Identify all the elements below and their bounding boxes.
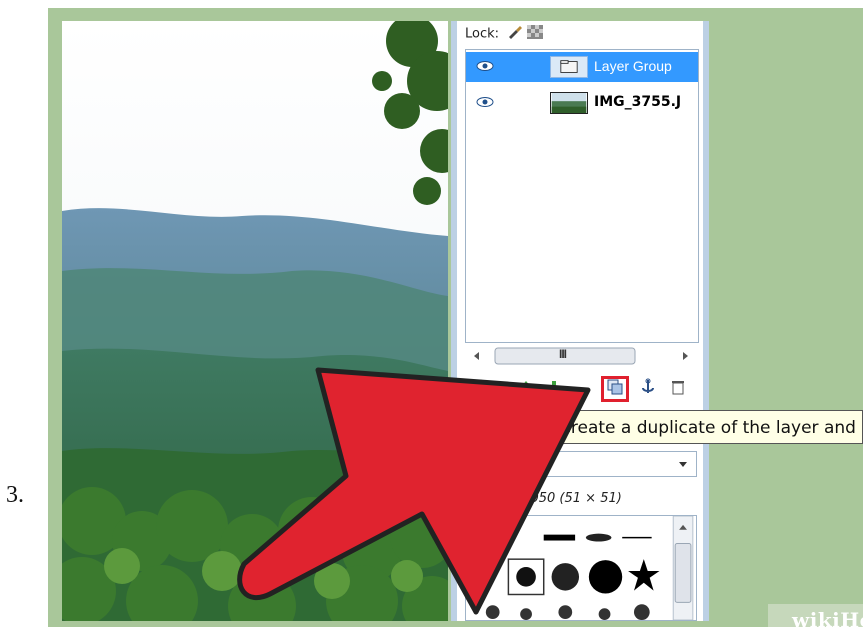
layer-row-group[interactable]: Layer Group xyxy=(466,52,698,82)
brush-star[interactable] xyxy=(628,559,660,591)
lock-row: Lock: xyxy=(465,25,544,43)
layer-name-image[interactable]: IMG_3755.J xyxy=(594,94,681,110)
eye-icon[interactable] xyxy=(476,60,494,72)
chevron-down-icon xyxy=(679,462,687,467)
eye-icon[interactable] xyxy=(476,96,494,108)
alpha-lock-icon[interactable] xyxy=(527,25,544,39)
delete-layer-icon[interactable] xyxy=(669,378,687,396)
watermark-text: wikiHow xyxy=(792,608,863,627)
brush-lock-icon[interactable] xyxy=(507,25,523,39)
scroll-right-icon[interactable] xyxy=(683,352,688,360)
tooltip: Create a duplicate of the layer and xyxy=(552,410,863,444)
horizontal-scrollbar[interactable] xyxy=(465,346,697,366)
layer-name-group[interactable]: Layer Group xyxy=(594,58,672,74)
scroll-thumb-grip: III xyxy=(559,347,567,361)
anchor-icon[interactable] xyxy=(639,378,657,396)
layer-row-image[interactable]: IMG_3755.J xyxy=(466,88,698,118)
watermark: wikiHow xyxy=(768,604,863,627)
brush-scroll-thumb[interactable] xyxy=(674,542,692,603)
folder-icon xyxy=(550,56,588,78)
lock-label: Lock: xyxy=(465,26,500,42)
pointer-arrow-icon xyxy=(237,367,591,615)
duplicate-button-highlight xyxy=(601,376,629,402)
layer-list: Layer Group IMG_3755.J xyxy=(465,49,699,343)
image-thumbnail-icon xyxy=(550,92,588,114)
step-number: 3. xyxy=(6,482,24,508)
scroll-left-icon[interactable] xyxy=(474,352,479,360)
